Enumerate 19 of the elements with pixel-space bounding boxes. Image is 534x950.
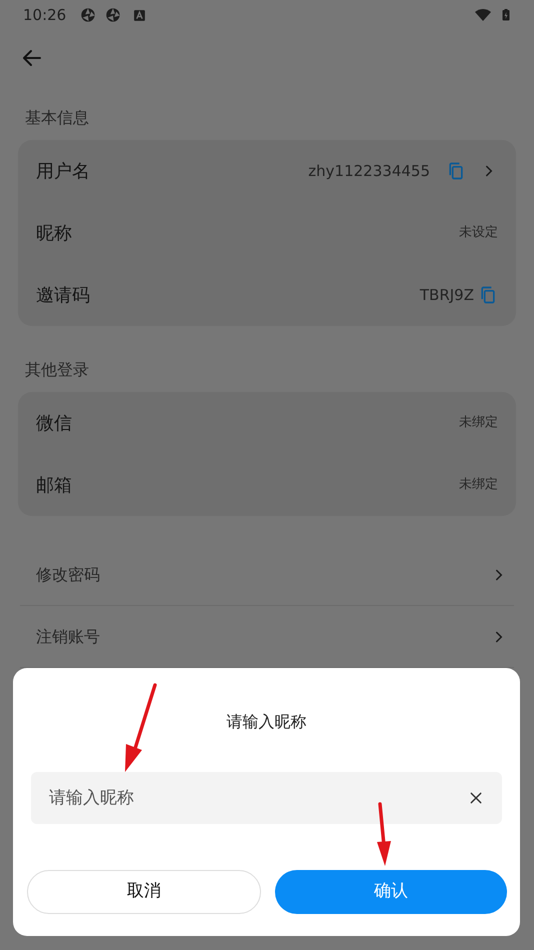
nickname-input-field[interactable]: 请输入昵称 [31,772,502,824]
settings-row[interactable]: 邀请码 TBRJ9Z [18,264,516,326]
app-notification-icon [105,7,122,23]
menu-row[interactable]: 修改密码 [20,544,514,606]
settings-row[interactable]: 微信 未绑定 [18,392,516,454]
cancel-button[interactable]: 取消 [27,870,261,914]
confirm-button[interactable]: 确认 [275,870,507,914]
settings-row[interactable]: 邮箱 未绑定 [18,454,516,516]
settings-row[interactable]: 昵称 未设定 [18,202,516,264]
annotation-arrow [374,802,394,868]
section-header: 基本信息 [24,107,90,129]
app-notification-icon [80,7,96,23]
wifi-icon [474,7,492,23]
dialog-title: 请输入昵称 [226,711,306,733]
clear-icon[interactable] [468,790,484,806]
section-header: 其他登录 [24,359,90,381]
settings-row[interactable]: 用户名 zhy1122334455 [18,140,516,202]
letter-a-icon [133,8,146,22]
status-time: 10:26 [23,4,66,26]
